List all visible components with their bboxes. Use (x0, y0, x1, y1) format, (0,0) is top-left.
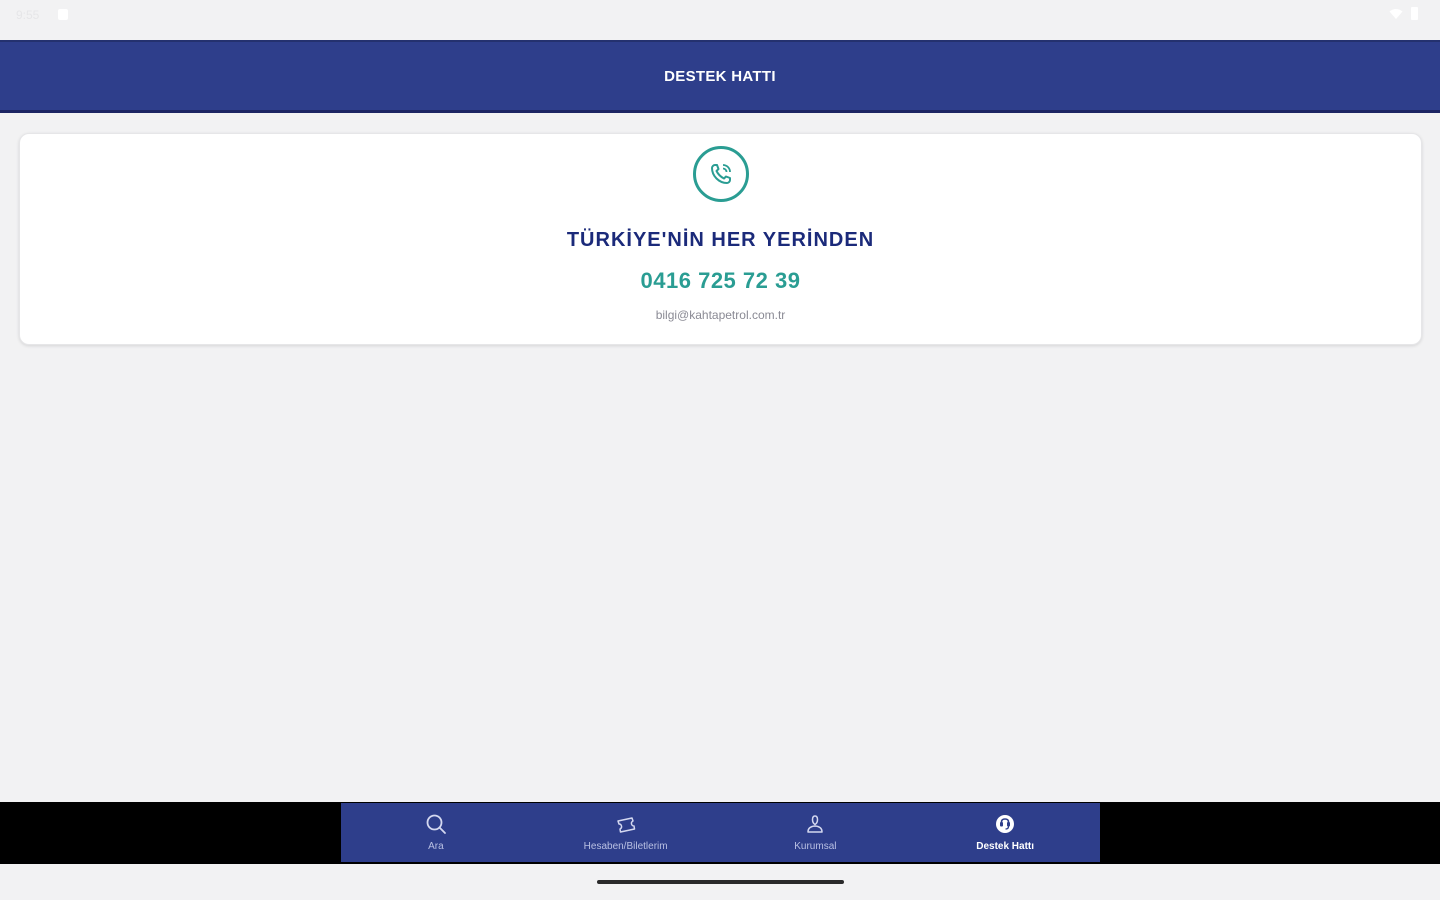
phone-icon[interactable] (693, 146, 749, 202)
bottom-nav: Ara Hesaben/Biletlerim Kurumsal Destek H… (341, 803, 1100, 862)
nav-label-ara: Ara (428, 841, 444, 852)
app-header: DESTEK HATTI (0, 40, 1440, 113)
email-link[interactable]: bilgi@kahtapetrol.com.tr (20, 308, 1421, 322)
search-icon (426, 814, 446, 834)
card-heading: TÜRKİYE'NİN HER YERİNDEN (566, 229, 875, 251)
home-indicator[interactable] (597, 880, 844, 884)
phone-glyph (711, 164, 731, 184)
nav-label-kurumsal: Kurumsal (794, 841, 837, 852)
wifi-icon (1389, 8, 1403, 19)
nav-item-hesaben-biletlerim[interactable]: Hesaben/Biletlerim (531, 803, 721, 862)
status-time: 9:55 (16, 8, 40, 22)
nav-item-destek-hatti[interactable]: Destek Hattı (910, 803, 1100, 862)
support-card: TÜRKİYE'NİN HER YERİNDEN 0416 725 72 39 … (19, 133, 1422, 345)
nav-label-hesaben-biletlerim: Hesaben/Biletlerim (583, 841, 668, 852)
status-bar: 9:55 (0, 0, 1440, 40)
support-icon (996, 815, 1015, 833)
page-title: DESTEK HATTI (664, 67, 776, 85)
ticket-icon (616, 817, 635, 833)
notification-icon (58, 9, 68, 20)
nav-label-destek-hatti: Destek Hattı (976, 841, 1035, 852)
user-icon (807, 815, 824, 833)
phone-number-link[interactable]: 0416 725 72 39 (20, 268, 1421, 294)
battery-icon (1411, 7, 1418, 20)
nav-item-kurumsal[interactable]: Kurumsal (721, 803, 911, 862)
nav-item-ara[interactable]: Ara (341, 803, 531, 862)
status-icons (1389, 7, 1418, 20)
